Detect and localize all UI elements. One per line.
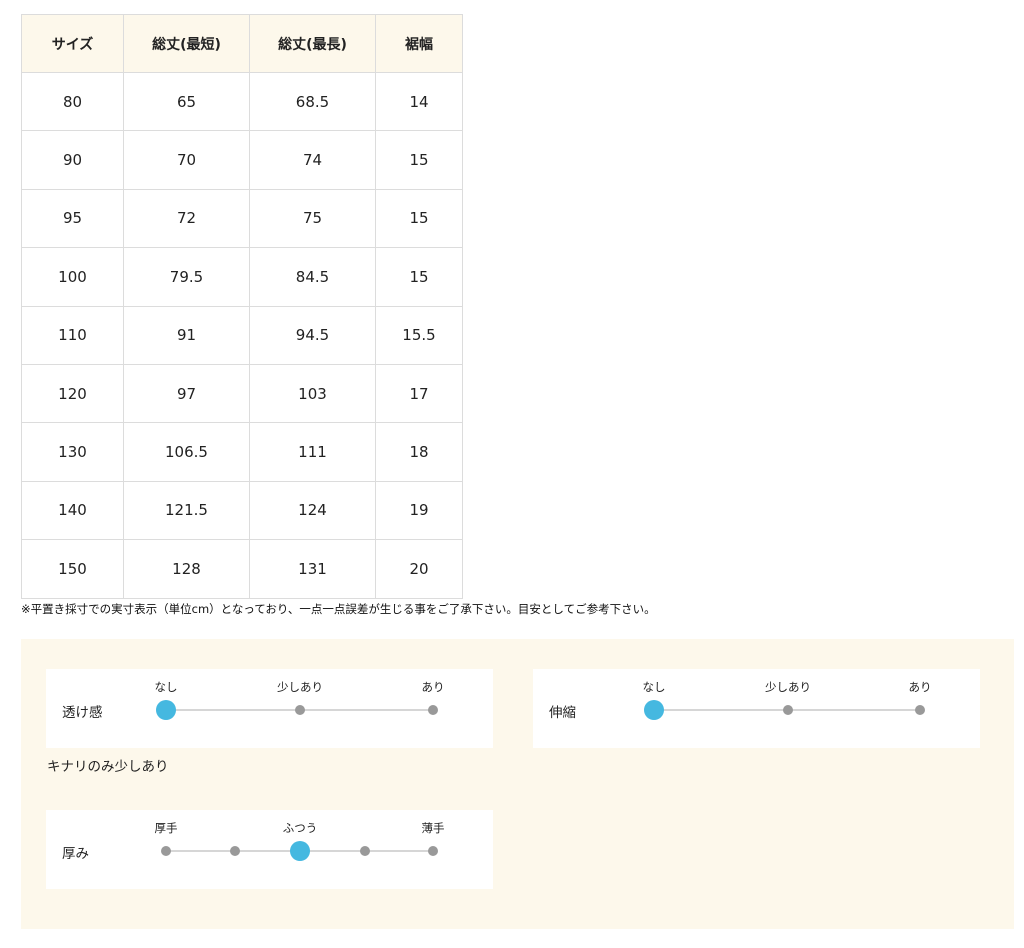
transparency-label: 透け感	[62, 705, 103, 721]
transparency-dot-1	[295, 705, 305, 715]
transparency-dot-2	[428, 705, 438, 715]
table-row: 95 72 75 15	[21, 188, 463, 249]
thickness-dot-0	[161, 846, 171, 856]
table-row: 80 65 68.5 14	[21, 71, 463, 132]
cell-size: 90	[21, 130, 124, 190]
cell-length-max: 84.5	[249, 247, 376, 307]
cell-hem-width: 15	[375, 130, 463, 190]
cell-size: 120	[21, 363, 124, 424]
cell-size: 140	[21, 480, 124, 541]
cell-length-max: 74	[249, 130, 376, 190]
cell-length-min: 65	[123, 71, 250, 132]
thickness-dot-4	[428, 846, 438, 856]
table-row: 140 121.5 124 19	[21, 480, 463, 541]
cell-length-max: 124	[249, 480, 376, 541]
cell-size: 110	[21, 305, 124, 365]
cell-length-max: 103	[249, 363, 376, 424]
cell-length-min: 121.5	[123, 480, 250, 541]
cell-length-min: 79.5	[123, 247, 250, 307]
size-table: サイズ 総丈(最短) 総丈(最長) 裾幅 80 65 68.5 14 90 70…	[21, 14, 463, 599]
stretch-dot-0	[644, 700, 664, 720]
cell-length-min: 72	[123, 188, 250, 249]
stretch-dot-2	[915, 705, 925, 715]
header-size: サイズ	[21, 14, 124, 73]
thickness-card: 厚み 厚手 ふつう 薄手	[46, 810, 493, 889]
cell-hem-width: 15.5	[375, 305, 463, 365]
table-row: 120 97 103 17	[21, 363, 463, 424]
thickness-scale-thick: 厚手	[154, 821, 178, 835]
transparency-scale-none: なし	[154, 680, 178, 694]
cell-size: 130	[21, 422, 124, 482]
stretch-card: 伸縮 なし 少しあり あり	[533, 669, 980, 748]
cell-hem-width: 15	[375, 247, 463, 307]
cell-length-min: 91	[123, 305, 250, 365]
cell-length-min: 97	[123, 363, 250, 424]
cell-size: 95	[21, 188, 124, 249]
table-row: 100 79.5 84.5 15	[21, 247, 463, 307]
cell-length-max: 94.5	[249, 305, 376, 365]
cell-length-min: 70	[123, 130, 250, 190]
cell-hem-width: 14	[375, 71, 463, 132]
thickness-scale-thin: 薄手	[421, 821, 445, 835]
header-hem-width: 裾幅	[375, 14, 463, 73]
cell-size: 150	[21, 539, 124, 599]
cell-hem-width: 19	[375, 480, 463, 541]
cell-hem-width: 17	[375, 363, 463, 424]
table-row: 110 91 94.5 15.5	[21, 305, 463, 365]
thickness-dot-1	[230, 846, 240, 856]
page: サイズ 総丈(最短) 総丈(最長) 裾幅 80 65 68.5 14 90 70…	[0, 0, 1024, 948]
cell-hem-width: 18	[375, 422, 463, 482]
thickness-scale-normal: ふつう	[282, 821, 318, 835]
cell-size: 80	[21, 71, 124, 132]
cell-size: 100	[21, 247, 124, 307]
transparency-card: 透け感 なし 少しあり あり	[46, 669, 493, 748]
cell-length-max: 111	[249, 422, 376, 482]
table-row: 130 106.5 111 18	[21, 422, 463, 482]
stretch-dot-1	[783, 705, 793, 715]
transparency-dot-0	[156, 700, 176, 720]
header-length-min: 総丈(最短)	[123, 14, 250, 73]
table-row: 90 70 74 15	[21, 130, 463, 190]
transparency-note: キナリのみ少しあり	[47, 759, 169, 775]
measurement-note: ※平置き採寸での実寸表示（単位cm）となっており、一点一点誤差が生じる事をご了承…	[21, 602, 656, 616]
cell-hem-width: 15	[375, 188, 463, 249]
attributes-panel: 透け感 なし 少しあり あり キナリのみ少しあり 伸縮 なし 少しあり あり 厚…	[21, 639, 1014, 929]
transparency-scale-some: 少しあり	[277, 680, 323, 694]
table-row: 150 128 131 20	[21, 539, 463, 599]
size-table-header-row: サイズ 総丈(最短) 総丈(最長) 裾幅	[21, 14, 463, 73]
stretch-scale-yes: あり	[908, 680, 932, 694]
thickness-dot-2	[290, 841, 310, 861]
transparency-scale-yes: あり	[421, 680, 445, 694]
cell-length-max: 131	[249, 539, 376, 599]
header-length-max: 総丈(最長)	[249, 14, 376, 73]
cell-length-max: 68.5	[249, 71, 376, 132]
cell-length-min: 128	[123, 539, 250, 599]
thickness-dot-3	[360, 846, 370, 856]
stretch-scale-some: 少しあり	[765, 680, 811, 694]
stretch-scale-none: なし	[642, 680, 666, 694]
stretch-label: 伸縮	[549, 705, 576, 721]
cell-length-min: 106.5	[123, 422, 250, 482]
cell-length-max: 75	[249, 188, 376, 249]
thickness-label: 厚み	[62, 846, 89, 862]
cell-hem-width: 20	[375, 539, 463, 599]
